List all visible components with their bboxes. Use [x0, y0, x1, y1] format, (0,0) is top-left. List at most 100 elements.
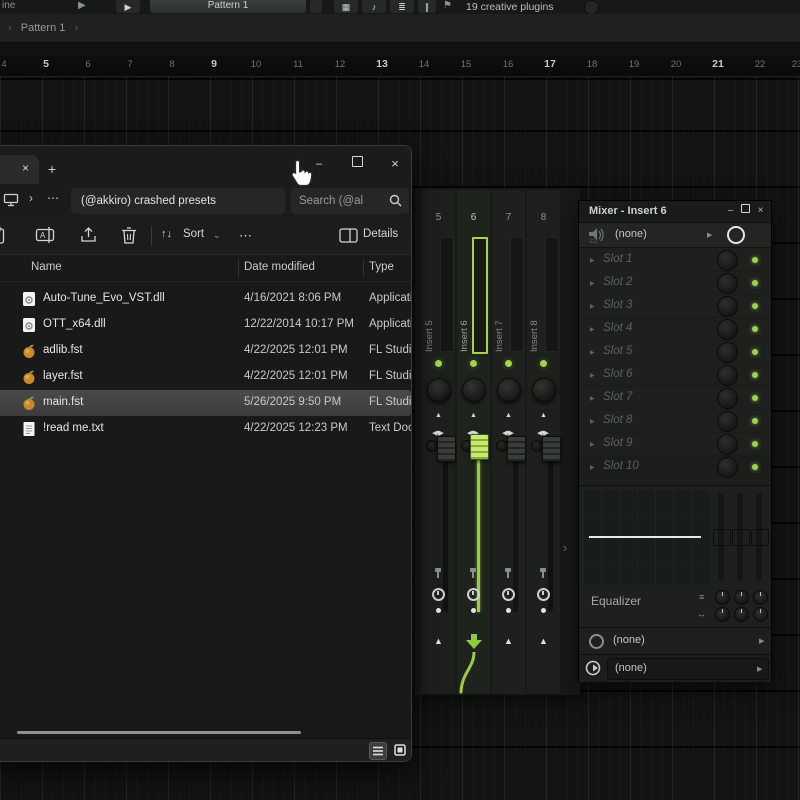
pan-knob[interactable]	[532, 378, 556, 402]
column-name[interactable]: Name	[31, 261, 62, 273]
paste-icon[interactable]	[0, 226, 5, 245]
latch-icon[interactable]	[542, 568, 544, 578]
file-row[interactable]: adlib.fst4/22/2025 12:01 PMFL Studio	[0, 338, 411, 364]
sort-button[interactable]: Sort	[183, 228, 204, 240]
fx-slot-6[interactable]: ▶Slot 6	[579, 364, 771, 387]
slot-mix-knob[interactable]	[717, 273, 738, 294]
sort-caret-icon[interactable]: ⌄	[213, 230, 221, 241]
search-input[interactable]: Search (@al	[291, 188, 409, 214]
fx-slot-3[interactable]: ▶Slot 3	[579, 295, 771, 318]
slot-mix-knob[interactable]	[717, 388, 738, 409]
minimize-icon[interactable]: –	[724, 204, 737, 218]
eq-q-knob[interactable]	[753, 607, 768, 622]
eq-freq-knob[interactable]	[734, 590, 749, 605]
rename-icon[interactable]: A	[35, 226, 55, 244]
share-icon[interactable]	[79, 226, 98, 244]
fx-slot-2[interactable]: ▶Slot 2	[579, 272, 771, 295]
horizontal-scrollbar[interactable]	[17, 731, 301, 734]
pan-knob[interactable]	[462, 378, 486, 402]
explorer-tab[interactable]: ×	[0, 155, 39, 184]
clock-icon[interactable]	[589, 634, 604, 649]
slot-enable-led[interactable]	[749, 277, 761, 289]
slot-enable-led[interactable]	[749, 369, 761, 381]
eq-band-slider-handle[interactable]	[713, 529, 731, 546]
pin-icon[interactable]: ⚑	[443, 0, 452, 11]
fx-slot-4[interactable]: ▶Slot 4	[579, 318, 771, 341]
file-row[interactable]: OTT_x64.dll12/22/2014 10:17 PMApplicatio	[0, 312, 411, 338]
eq-band-slider-handle[interactable]	[751, 529, 769, 546]
pan-knob[interactable]	[427, 378, 451, 402]
slot-enable-led[interactable]	[749, 346, 761, 358]
gen-value[interactable]: (none)	[615, 228, 647, 240]
latch-icon[interactable]	[472, 568, 474, 578]
dot-indicator[interactable]	[506, 608, 511, 613]
slot-mix-knob[interactable]	[717, 457, 738, 478]
route-to-track-icon[interactable]	[457, 634, 490, 649]
volume-fader-track[interactable]	[548, 436, 553, 612]
strip-name-label[interactable]: Insert 6	[459, 320, 470, 352]
fx-slot-7[interactable]: ▶Slot 7	[579, 387, 771, 410]
slot-enable-led[interactable]	[749, 438, 761, 450]
width-icon[interactable]: ↔	[697, 609, 706, 619]
maximize-button[interactable]	[345, 154, 369, 174]
mute-led[interactable]	[435, 360, 442, 367]
slot-enable-led[interactable]	[749, 392, 761, 404]
record-arm-icon[interactable]	[537, 588, 550, 601]
dot-indicator[interactable]	[471, 608, 476, 613]
menu-icon[interactable]: ≡	[699, 592, 704, 602]
output-value[interactable]: (none)	[615, 662, 647, 674]
new-tab-button[interactable]: +	[41, 158, 63, 180]
fx-slot-5[interactable]: ▶Slot 5	[579, 341, 771, 364]
dot-indicator[interactable]	[436, 608, 441, 613]
panel-titlebar[interactable]: Mixer - Insert 6 – ×	[579, 201, 771, 223]
search-icon[interactable]	[389, 194, 402, 207]
eq-band-slider-handle[interactable]	[732, 529, 750, 546]
fx-slot-1[interactable]: ▶Slot 1	[579, 249, 771, 272]
mute-led[interactable]	[470, 360, 477, 367]
slot-enable-led[interactable]	[749, 323, 761, 335]
close-icon[interactable]: ×	[754, 204, 767, 218]
playlist-timeline-ruler[interactable]: 4 5 6 7 8 9 10 11 12 13 14 15 16 17 18 1…	[0, 55, 800, 77]
breadcrumb-pattern[interactable]: Pattern 1	[21, 22, 66, 34]
slot-mix-knob[interactable]	[717, 296, 738, 317]
output-menu-icon[interactable]: ▶	[757, 665, 762, 673]
record-arm-icon[interactable]	[432, 588, 445, 601]
address-breadcrumb[interactable]: (@akkiro) crashed presets	[71, 188, 285, 214]
slot-mix-knob[interactable]	[717, 434, 738, 455]
slot-mix-knob[interactable]	[717, 411, 738, 432]
dot-indicator[interactable]	[541, 608, 546, 613]
strip-name-label[interactable]: Insert 7	[494, 320, 505, 352]
gen-menu-icon[interactable]: ▶	[707, 231, 712, 239]
pattern-selector[interactable]: Pattern 1	[150, 0, 306, 13]
fx-slot-10[interactable]: ▶Slot 10	[579, 456, 771, 479]
time-menu-icon[interactable]: ▶	[759, 637, 764, 645]
speaker-eq-icon[interactable]: EQ	[587, 226, 605, 244]
icons-view-toggle[interactable]	[391, 742, 409, 760]
breadcrumb-chevron-icon[interactable]: ›	[29, 191, 33, 205]
delete-icon[interactable]	[121, 226, 137, 245]
slot-mix-knob[interactable]	[717, 365, 738, 386]
record-indicator-icon[interactable]	[584, 0, 599, 14]
volume-fader-handle[interactable]	[542, 436, 561, 462]
details-button[interactable]: Details	[363, 228, 398, 240]
close-button[interactable]: ×	[383, 154, 407, 174]
chevron-icon[interactable]: ▶	[78, 0, 86, 11]
slot-enable-led[interactable]	[749, 415, 761, 427]
fx-slot-9[interactable]: ▶Slot 9	[579, 433, 771, 456]
record-arm-icon[interactable]	[467, 588, 480, 601]
chart-icon[interactable]: ▦	[334, 0, 358, 13]
mute-led[interactable]	[540, 360, 547, 367]
more-options-icon[interactable]: ⋯	[239, 228, 252, 244]
slot-enable-led[interactable]	[749, 254, 761, 266]
volume-fader-track[interactable]	[513, 436, 518, 612]
this-pc-icon[interactable]	[3, 193, 19, 207]
volume-fader-track[interactable]	[443, 436, 448, 612]
column-date-modified[interactable]: Date modified	[244, 261, 315, 273]
record-arm-icon[interactable]	[502, 588, 515, 601]
time-value[interactable]: (none)	[613, 634, 645, 646]
tab-close-icon[interactable]: ×	[22, 161, 29, 175]
note-icon[interactable]: ♪	[362, 0, 386, 13]
strip-name-label[interactable]: Insert 5	[424, 320, 435, 352]
pattern-prev-icon[interactable]: ▶	[116, 0, 140, 13]
output-icon[interactable]	[585, 659, 603, 677]
